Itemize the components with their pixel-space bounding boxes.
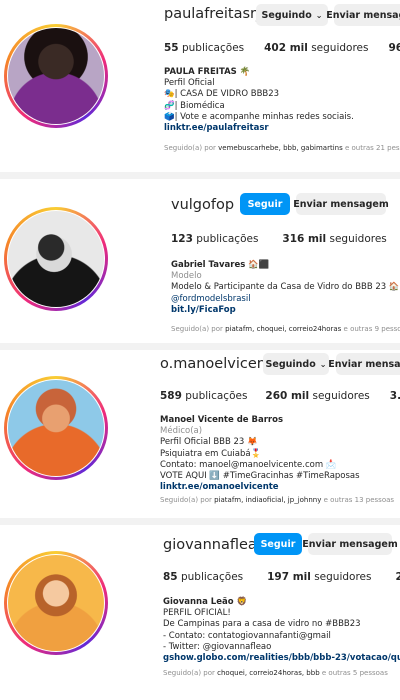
profile-card-manoelvicente: o.manoelvicente Seguindo⌄ Enviar mensage… xyxy=(0,350,400,518)
stat-followers[interactable]: 316 mil seguidores xyxy=(282,233,386,245)
bio-line: 🧬| Biomédica xyxy=(164,100,225,111)
bio-mention[interactable]: @fordmodelsbrasil xyxy=(171,294,400,305)
stats-row: 123 publicações 316 mil seguidores 675 s… xyxy=(171,233,400,245)
profile-card-giovannafleao: giovannafleao Seguir Enviar mensagem 85 … xyxy=(0,525,400,700)
message-button[interactable]: Enviar mensagem xyxy=(326,4,400,26)
followed-by[interactable]: Seguido(a) por vemebuscarhebe, bbb, gabi… xyxy=(164,144,400,152)
profile-photo xyxy=(8,555,104,651)
bio-link[interactable]: bit.ly/FicaFop xyxy=(171,305,400,316)
username: vulgofop xyxy=(171,197,235,213)
following-button[interactable]: Seguindo ⌄ xyxy=(263,353,329,375)
avatar[interactable] xyxy=(4,207,108,311)
full-name: Gabriel Tavares 🏠⬛ xyxy=(171,260,270,270)
bio-line: - Contato: contatogiovannafanti@gmail xyxy=(163,630,331,641)
message-button[interactable]: Enviar mensagem xyxy=(293,193,389,215)
stat-posts: 85 publicações xyxy=(163,571,244,583)
full-name: Manoel Vicente de Barros xyxy=(160,415,284,425)
follow-button[interactable]: Seguir xyxy=(240,193,290,215)
stat-followers[interactable]: 402 mil seguidores xyxy=(264,42,368,54)
divider xyxy=(0,172,400,179)
followed-by[interactable]: Seguido(a) por choquei, correio24horas, … xyxy=(163,669,388,677)
profile-photo xyxy=(8,28,104,124)
chevron-down-icon: ⌄ xyxy=(319,359,327,369)
bio-link[interactable]: gshow.globo.com/realities/bbb/bbb-23/vot… xyxy=(163,653,400,664)
message-button[interactable]: Enviar mensagem xyxy=(328,353,400,375)
bio-line: PERFIL OFICIAL! xyxy=(163,608,231,619)
bio: PAULA FREITAS 🌴 Perfil Oficial 🎭| CASA D… xyxy=(164,67,354,134)
full-name: Giovanna Leão 🦁 xyxy=(163,597,248,607)
avatar[interactable] xyxy=(4,24,108,128)
username: paulafreitasr_ xyxy=(164,6,264,22)
divider xyxy=(0,343,400,350)
bio-line: De Campinas para a casa de vidro no #BBB… xyxy=(163,619,361,630)
stat-following[interactable]: 3.551 seguindo xyxy=(390,390,400,402)
profile-photo xyxy=(8,211,104,307)
username: giovannafleao xyxy=(163,537,266,553)
bio-link[interactable]: linktr.ee/paulafreitasr xyxy=(164,123,354,134)
followed-by[interactable]: Seguido(a) por piatafm, choquei, correio… xyxy=(171,325,400,333)
bio-line: Modelo & Participante da Casa de Vidro d… xyxy=(171,282,400,293)
stat-followers[interactable]: 197 mil seguidores xyxy=(267,571,371,583)
bio-line: VOTE AQUI ⬇️ #TimeGracinhas #TimeRaposas xyxy=(160,471,360,482)
bio: Giovanna Leão 🦁 PERFIL OFICIAL! De Campi… xyxy=(163,597,400,664)
bio-line: Psiquiatra em Cuiabá🎖️ xyxy=(160,448,262,459)
followed-by[interactable]: Seguido(a) por piatafm, indiaoficial, jp… xyxy=(160,496,394,504)
stats-row: 85 publicações 197 mil seguidores 287 se… xyxy=(163,571,400,583)
stat-posts: 589 publicações xyxy=(160,390,248,402)
stats-row: 589 publicações 260 mil seguidores 3.551… xyxy=(160,390,400,402)
message-button[interactable]: Enviar mensagem xyxy=(302,533,398,555)
bio: Gabriel Tavares 🏠⬛ Modelo Modelo & Parti… xyxy=(171,260,400,316)
bio-line: - Twitter: @giovannafleao xyxy=(163,641,272,652)
bio-line: Perfil Oficial BBB 23 🦊 xyxy=(160,437,258,448)
stat-posts: 55 publicações xyxy=(164,42,245,54)
profile-card-paulafreitasr: paulafreitasr_ Seguindo⌄ Enviar mensagem… xyxy=(0,0,400,172)
bio: Manoel Vicente de Barros Médico(a) Perfi… xyxy=(160,415,360,493)
category: Modelo xyxy=(171,271,202,282)
stat-following[interactable]: 962 seguindo xyxy=(388,42,400,54)
follow-button[interactable]: Seguir xyxy=(254,533,302,555)
stat-following[interactable]: 287 seguindo xyxy=(395,571,400,583)
divider xyxy=(0,518,400,525)
stat-followers[interactable]: 260 mil seguidores xyxy=(265,390,369,402)
bio-link[interactable]: linktr.ee/omanoelvicente xyxy=(160,482,360,493)
following-button[interactable]: Seguindo ⌄ xyxy=(256,4,328,26)
bio-line: Contato: manoel@manoelvicente.com 📩 xyxy=(160,459,337,470)
profile-card-vulgofop: vulgofop Seguir Enviar mensagem 123 publ… xyxy=(0,179,400,343)
category: Médico(a) xyxy=(160,426,203,437)
bio-line: Perfil Oficial xyxy=(164,78,215,89)
bio-line: 🗳️| Vote e acompanhe minhas redes sociai… xyxy=(164,111,354,122)
stat-posts: 123 publicações xyxy=(171,233,259,245)
stats-row: 55 publicações 402 mil seguidores 962 se… xyxy=(164,42,400,54)
bio-line: 🎭| CASA DE VIDRO BBB23 xyxy=(164,89,280,100)
profile-photo xyxy=(8,380,104,476)
full-name: PAULA FREITAS 🌴 xyxy=(164,67,251,77)
avatar[interactable] xyxy=(4,551,108,655)
chevron-down-icon: ⌄ xyxy=(315,10,323,20)
avatar[interactable] xyxy=(4,376,108,480)
